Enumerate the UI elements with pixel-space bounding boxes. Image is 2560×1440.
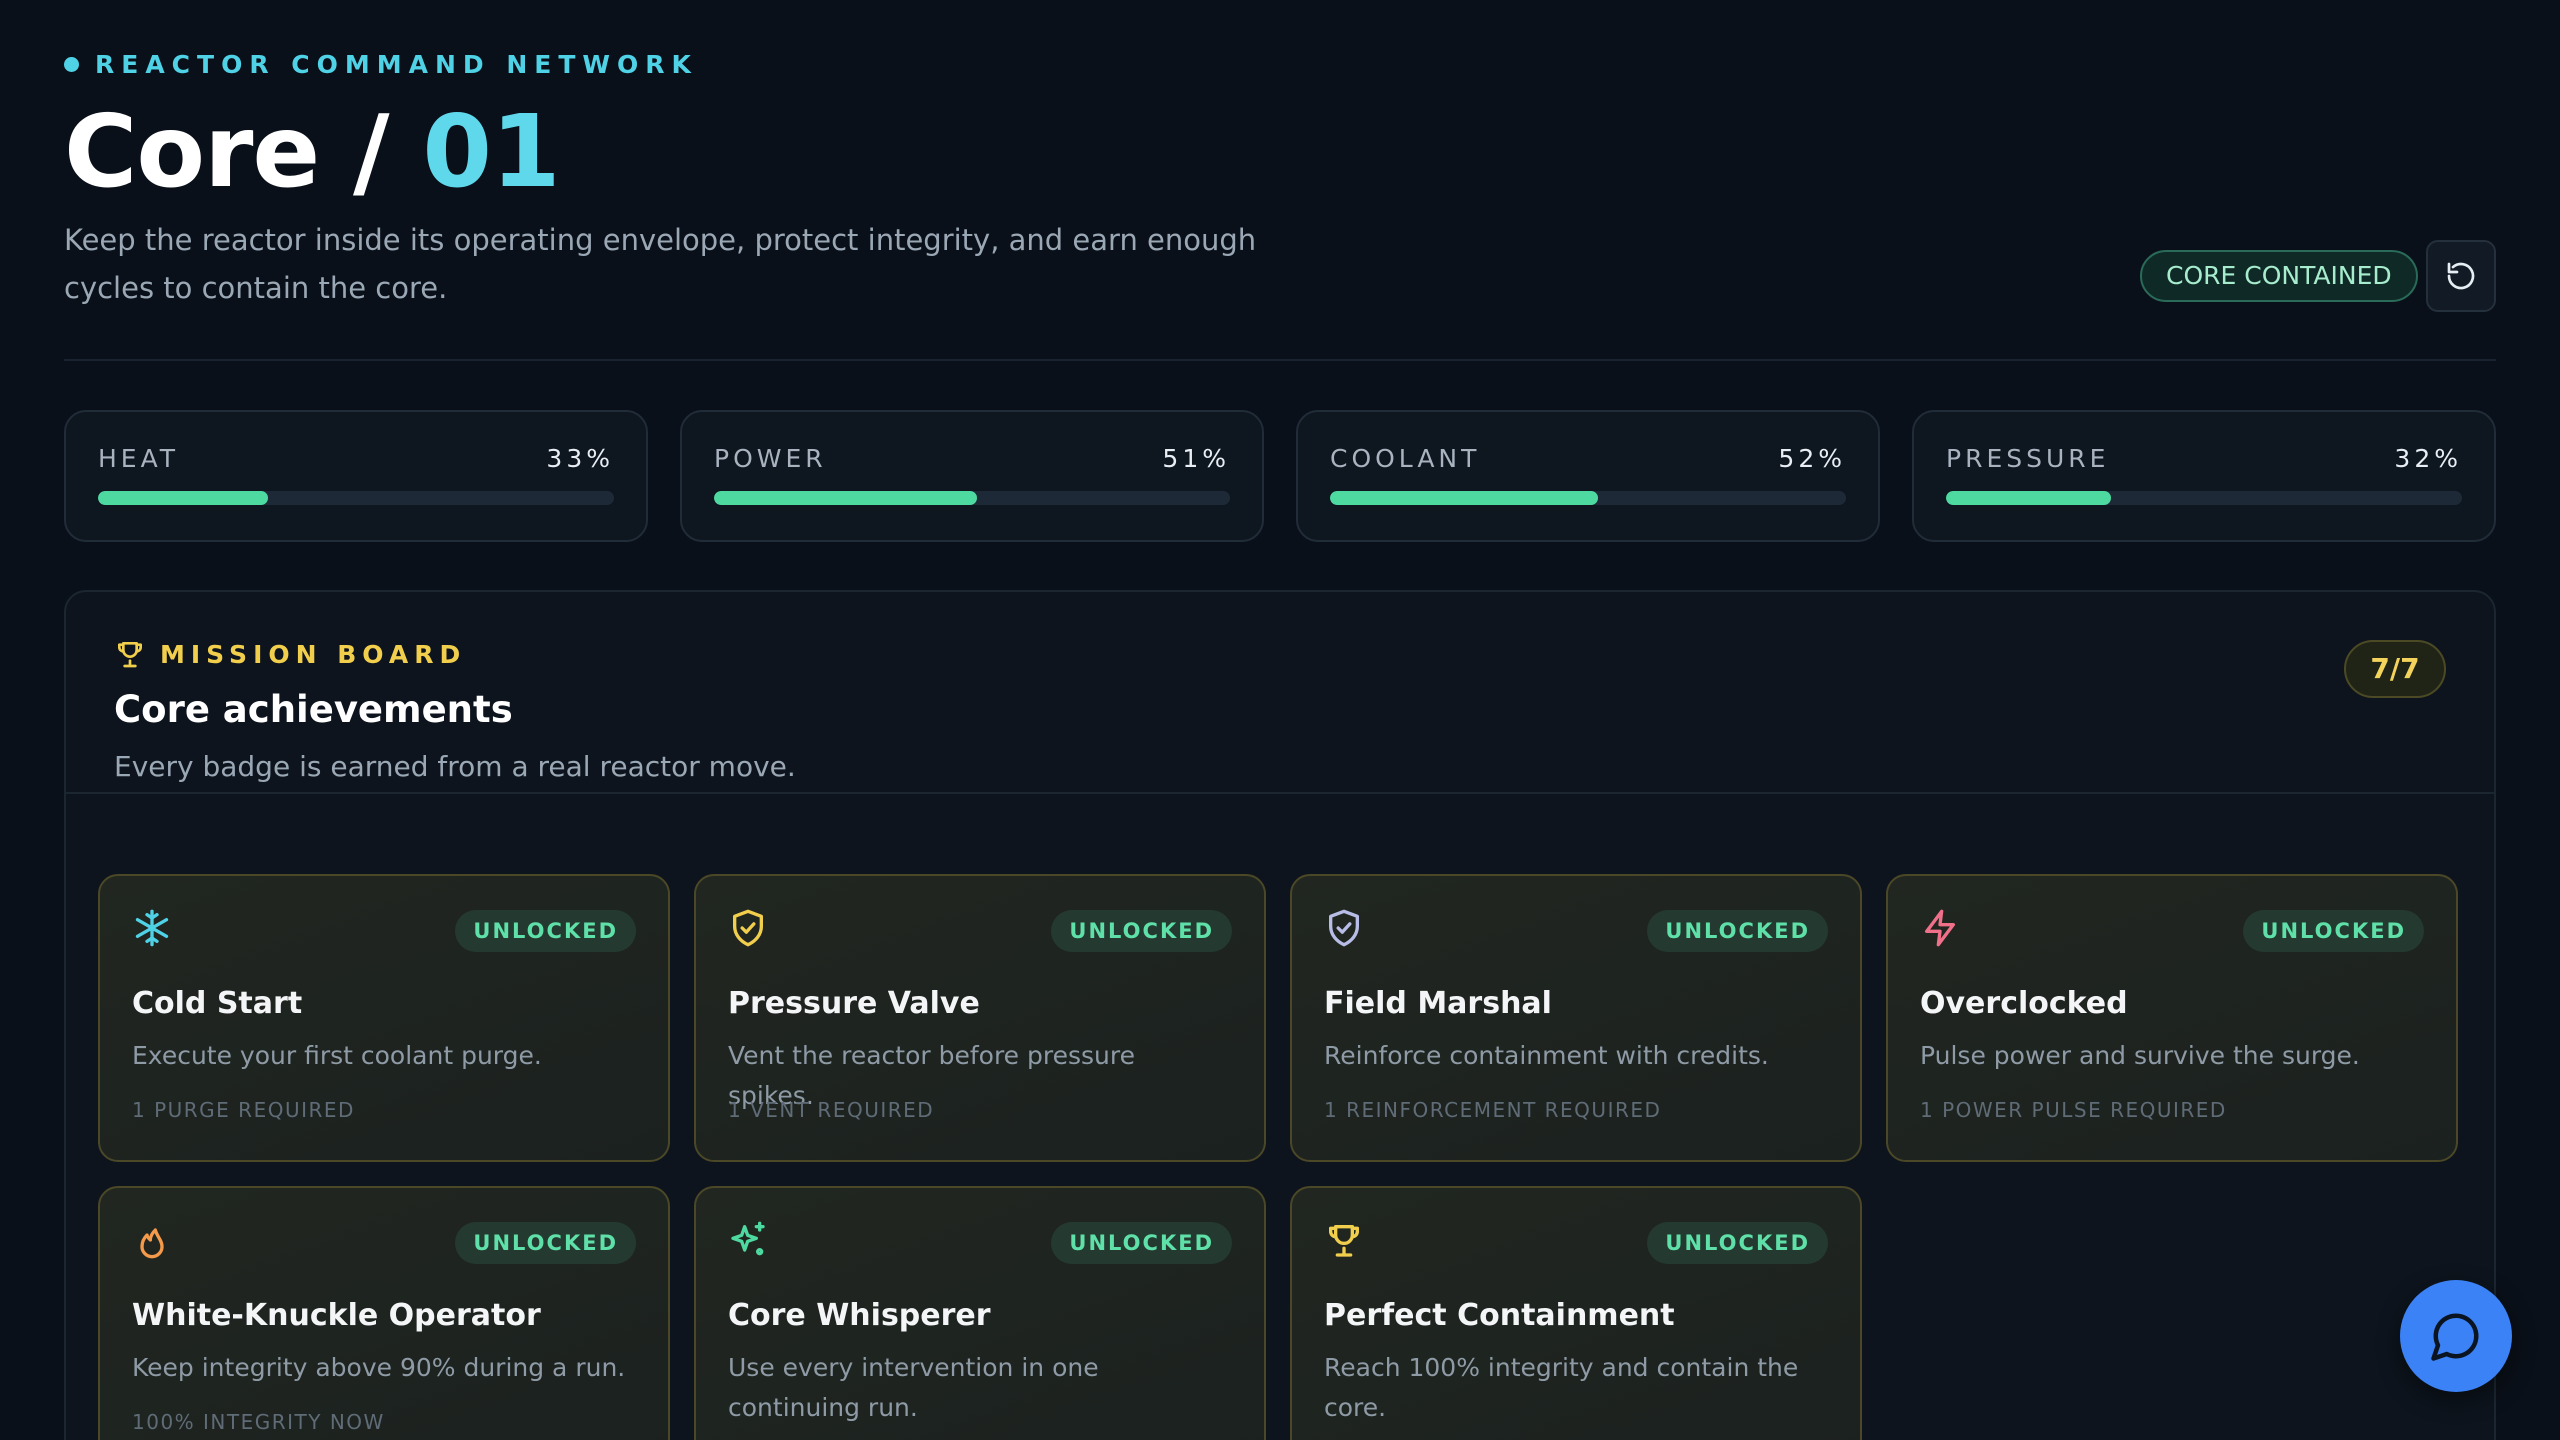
flame-icon bbox=[132, 1220, 172, 1260]
achievement-description: Pulse power and survive the surge. bbox=[1920, 1041, 2360, 1070]
achievement-description: Keep integrity above 90% during a run. bbox=[132, 1353, 626, 1382]
achievement-title: Cold Start bbox=[132, 986, 303, 1021]
achievement-count-badge: 7/7 bbox=[2344, 640, 2446, 698]
achievement-requirement: 1 REINFORCEMENT REQUIRED bbox=[1324, 1098, 1662, 1122]
meter-coolant: COOLANT 52% bbox=[1296, 410, 1880, 542]
meter-fill bbox=[98, 491, 269, 505]
achievement-description: Reinforce containment with credits. bbox=[1324, 1041, 1769, 1070]
achievement-card[interactable]: UNLOCKED Cold Start Execute your first coo… bbox=[98, 874, 670, 1162]
reset-icon bbox=[2447, 262, 2475, 290]
unlocked-badge: UNLOCKED bbox=[455, 910, 636, 952]
achievement-title: Core Whisperer bbox=[728, 1298, 991, 1333]
achievement-card[interactable]: UNLOCKED Overclocked Pulse power and survi… bbox=[1886, 874, 2458, 1162]
trophy-icon bbox=[1324, 1220, 1364, 1260]
meter-heat: HEAT 33% bbox=[64, 410, 648, 542]
meter-power: POWER 51% bbox=[680, 410, 1264, 542]
achievement-card[interactable]: UNLOCKED Perfect Containment Reach 100% in… bbox=[1290, 1186, 1862, 1440]
sparkles-icon bbox=[728, 1220, 768, 1260]
meter-label: HEAT bbox=[98, 444, 180, 473]
status-badge: CORE CONTAINED bbox=[2140, 250, 2418, 302]
achievement-title: White-Knuckle Operator bbox=[132, 1298, 541, 1333]
unlocked-badge: UNLOCKED bbox=[1647, 1222, 1828, 1264]
chat-button[interactable] bbox=[2400, 1280, 2512, 1392]
chat-bubble-icon bbox=[2431, 1313, 2479, 1361]
status-dot bbox=[64, 57, 79, 72]
meter-value: 51% bbox=[1162, 444, 1230, 473]
trophy-icon bbox=[118, 642, 142, 668]
achievement-title: Overclocked bbox=[1920, 986, 2128, 1021]
snowflake-icon bbox=[132, 908, 172, 948]
achievement-requirement: 100% INTEGRITY NOW bbox=[132, 1410, 385, 1434]
mission-board-label: MISSION BOARD bbox=[160, 639, 467, 669]
mission-board-header: MISSION BOARD Core achievements Every ba… bbox=[66, 592, 2494, 794]
achievement-requirement: 1 PURGE REQUIRED bbox=[132, 1098, 355, 1122]
meter-row: HEAT 33% POWER 51% COOLANT 52% PRESSURE 32% bbox=[64, 410, 2496, 542]
mission-board: MISSION BOARD Core achievements Every ba… bbox=[64, 590, 2496, 1440]
achievement-title: Perfect Containment bbox=[1324, 1298, 1675, 1333]
achievement-title: Pressure Valve bbox=[728, 986, 980, 1021]
meter-label: POWER bbox=[714, 444, 827, 473]
meter-pressure: PRESSURE 32% bbox=[1912, 410, 2496, 542]
meter-value: 33% bbox=[546, 444, 614, 473]
achievement-card[interactable]: UNLOCKED White-Knuckle Operator Keep integ… bbox=[98, 1186, 670, 1440]
lightning-icon bbox=[1920, 908, 1960, 948]
page-subtitle: Keep the reactor inside its operating en… bbox=[64, 223, 1257, 305]
meter-fill bbox=[1330, 491, 1599, 505]
meter-fill bbox=[1946, 491, 2112, 505]
meter-header: HEAT 33% bbox=[98, 444, 614, 473]
network-eyebrow: REACTOR COMMAND NETWORK bbox=[64, 50, 698, 79]
meter-track bbox=[1330, 491, 1846, 505]
eyebrow-text: REACTOR COMMAND NETWORK bbox=[95, 50, 698, 79]
shield-check-icon bbox=[728, 908, 768, 948]
meter-label: PRESSURE bbox=[1946, 444, 2110, 473]
mission-board-title: Core achievements bbox=[114, 688, 513, 731]
meter-track bbox=[98, 491, 614, 505]
meter-label: COOLANT bbox=[1330, 444, 1481, 473]
achievement-title: Field Marshal bbox=[1324, 986, 1552, 1021]
header-divider bbox=[64, 359, 2496, 361]
title-main: Core / bbox=[64, 93, 423, 210]
meter-fill bbox=[714, 491, 978, 505]
unlocked-badge: UNLOCKED bbox=[1647, 910, 1828, 952]
achievement-grid: UNLOCKED Cold Start Execute your first coo… bbox=[98, 874, 2494, 1440]
achievement-requirement: 1 VENT REQUIRED bbox=[728, 1098, 935, 1122]
unlocked-badge: UNLOCKED bbox=[1051, 910, 1232, 952]
meter-value: 52% bbox=[1778, 444, 1846, 473]
meter-header: COOLANT 52% bbox=[1330, 444, 1846, 473]
achievement-card[interactable]: UNLOCKED Pressure Valve Vent the reactor b… bbox=[694, 874, 1266, 1162]
achievement-description: Use every intervention in one continuing… bbox=[728, 1353, 1099, 1422]
reactor-page: REACTOR COMMAND NETWORK Core / 01 Keep t… bbox=[0, 0, 2560, 1440]
reset-button[interactable] bbox=[2426, 240, 2496, 312]
unlocked-badge: UNLOCKED bbox=[455, 1222, 636, 1264]
meter-track bbox=[714, 491, 1230, 505]
meter-header: POWER 51% bbox=[714, 444, 1230, 473]
page-title: Core / 01 bbox=[64, 92, 561, 212]
title-accent: 01 bbox=[422, 93, 560, 210]
achievement-description: Reach 100% integrity and contain the cor… bbox=[1324, 1353, 1799, 1422]
meter-header: PRESSURE 32% bbox=[1946, 444, 2462, 473]
mission-board-subtitle: Every badge is earned from a real reacto… bbox=[114, 750, 796, 783]
achievement-requirement: 1 POWER PULSE REQUIRED bbox=[1920, 1098, 2227, 1122]
meter-value: 32% bbox=[2394, 444, 2462, 473]
shield-check-icon bbox=[1324, 908, 1364, 948]
meter-track bbox=[1946, 491, 2462, 505]
mission-board-eyebrow: MISSION BOARD bbox=[114, 638, 466, 670]
achievement-card[interactable]: UNLOCKED Core Whisperer Use every interven… bbox=[694, 1186, 1266, 1440]
achievement-description: Execute your first coolant purge. bbox=[132, 1041, 542, 1070]
achievement-card[interactable]: UNLOCKED Field Marshal Reinforce containme… bbox=[1290, 874, 1862, 1162]
unlocked-badge: UNLOCKED bbox=[1051, 1222, 1232, 1264]
unlocked-badge: UNLOCKED bbox=[2243, 910, 2424, 952]
